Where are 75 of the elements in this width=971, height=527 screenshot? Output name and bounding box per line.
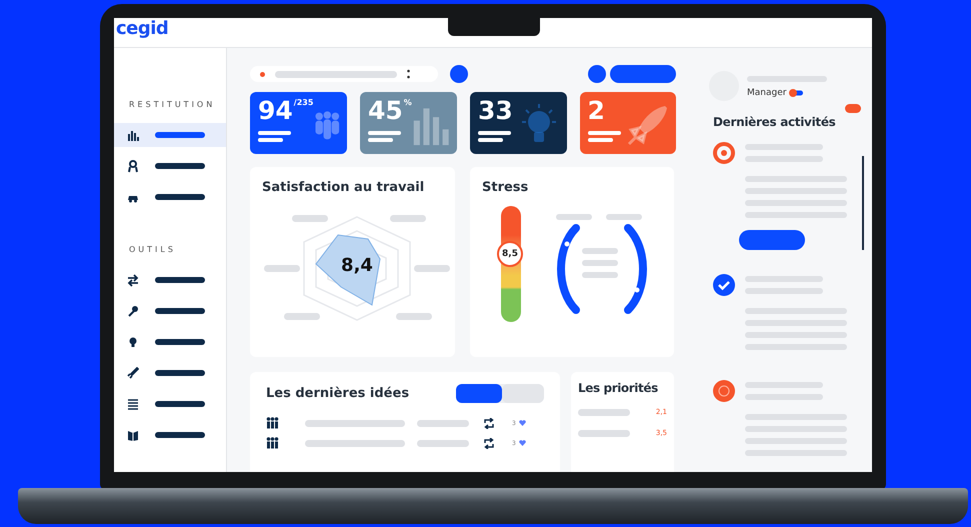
card-title: Satisfaction au travail — [262, 180, 426, 195]
label-placeholder — [155, 308, 205, 314]
panel-title: Dernières activités — [713, 115, 836, 129]
arrows-icon — [127, 274, 139, 286]
label-placeholder — [155, 132, 205, 138]
scrollbar[interactable] — [862, 156, 864, 250]
people-icon — [266, 437, 279, 449]
status-dot — [260, 72, 265, 76]
list-icon — [127, 398, 139, 410]
text-placeholder — [588, 138, 612, 142]
score-value: 8,4 — [340, 255, 374, 276]
round-button[interactable] — [588, 65, 606, 83]
label-placeholder — [155, 163, 205, 169]
text-placeholder — [417, 440, 469, 446]
sidebar-item[interactable] — [114, 123, 226, 147]
ribbon-icon — [127, 160, 139, 172]
search-field[interactable] — [250, 66, 438, 82]
kpi-value: 94 — [258, 96, 293, 126]
label-placeholder — [155, 432, 205, 438]
repeat-icon — [483, 438, 495, 448]
section-heading: RESTITUTION — [128, 100, 216, 109]
toggle-segment[interactable] — [456, 384, 502, 403]
check-icon — [713, 274, 735, 296]
status-pill — [845, 104, 861, 113]
user-role: Manager — [747, 88, 786, 98]
smiley-icon — [713, 380, 735, 402]
label-placeholder — [390, 215, 426, 222]
label-placeholder — [264, 265, 300, 272]
wrench-icon — [127, 304, 139, 318]
pill-button[interactable] — [739, 230, 805, 250]
card-title: Stress — [482, 180, 530, 195]
text-placeholder — [578, 430, 630, 436]
text-placeholder — [578, 408, 630, 416]
label-placeholder — [396, 313, 432, 320]
heart-icon — [518, 440, 526, 446]
book-icon — [127, 428, 139, 442]
text-placeholder — [478, 131, 511, 135]
text-placeholder — [368, 138, 393, 142]
logo: cegid — [116, 18, 168, 40]
toggle-icon — [788, 89, 804, 97]
gauge-marker: 8,5 — [497, 240, 523, 267]
label-placeholder — [292, 215, 328, 222]
bar-chart-icon — [127, 128, 139, 142]
kpi-value: 2 — [588, 96, 605, 126]
label-placeholder — [414, 265, 450, 272]
round-button[interactable] — [450, 65, 468, 83]
rocket-icon — [127, 366, 139, 380]
text-placeholder — [417, 420, 469, 426]
section-heading: OUTILS — [128, 245, 177, 254]
kpi-unit: % — [404, 98, 412, 107]
text-placeholder — [258, 131, 291, 135]
kpi-unit: /235 — [294, 98, 314, 107]
radar-area — [315, 234, 381, 306]
label-placeholder — [155, 370, 205, 376]
more-icon — [407, 69, 410, 79]
card-title: Les dernières idées — [266, 386, 410, 401]
kpi-value: 33 — [478, 96, 513, 126]
text-placeholder — [258, 138, 283, 142]
pill-button[interactable] — [610, 65, 676, 83]
label-placeholder — [155, 401, 205, 407]
text-placeholder — [368, 131, 401, 135]
bulb-icon — [127, 336, 139, 348]
toggle-segment[interactable] — [502, 384, 544, 403]
text-placeholder — [478, 138, 503, 142]
card-title: Les priorités — [578, 381, 659, 395]
kpi-value: 45 — [368, 96, 403, 126]
text-placeholder — [588, 131, 620, 135]
label-placeholder — [155, 339, 205, 345]
people-icon — [266, 417, 279, 429]
heart-icon — [518, 420, 526, 426]
label-placeholder — [155, 194, 205, 200]
label-placeholder — [284, 313, 320, 320]
label-placeholder — [155, 277, 205, 283]
ring-icon — [713, 142, 735, 164]
repeat-icon — [483, 418, 495, 428]
